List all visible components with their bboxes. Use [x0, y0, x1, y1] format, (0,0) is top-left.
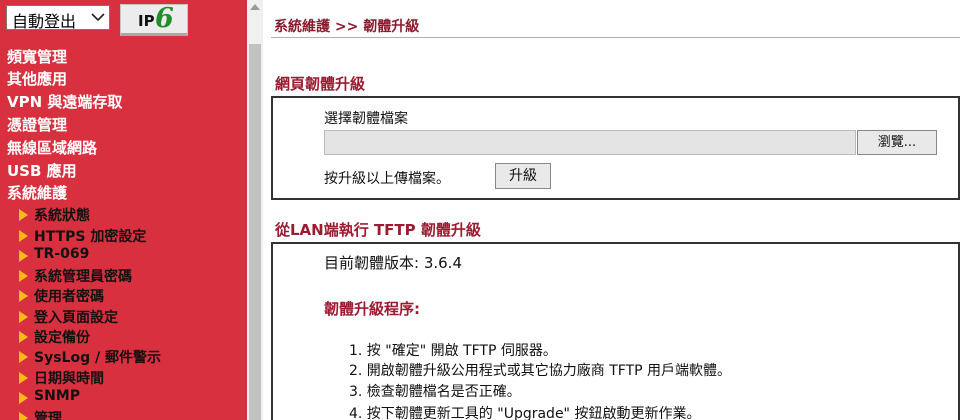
- arrow-right-icon: [19, 311, 28, 323]
- main-content: 系統維護 >> 韌體升級 網頁韌體升級 選擇韌體檔案 瀏覽... 按升級以上傳檔…: [263, 0, 960, 420]
- firmware-file-label: 選擇韌體檔案: [324, 111, 408, 127]
- ipv6-badge[interactable]: IP 6: [120, 3, 188, 36]
- sidebar-item-bandwidth[interactable]: 頻寬管理: [7, 46, 67, 67]
- sidebar-item-usb[interactable]: USB 應用: [7, 160, 77, 181]
- sidebar-header: 自動登出 IP 6: [0, 0, 247, 42]
- current-firmware-version: 目前韌體版本: 3.6.4: [324, 254, 462, 272]
- arrow-right-icon: [19, 372, 28, 384]
- arrow-right-icon: [19, 209, 28, 221]
- sidebar-subitem-label: HTTPS 加密設定: [34, 229, 147, 245]
- arrow-right-icon: [19, 351, 28, 363]
- sidebar-subitem-label: SNMP: [34, 388, 80, 404]
- auto-logout-value: 自動登出: [12, 12, 77, 31]
- sidebar-item-wireless-lan[interactable]: 無線區域網路: [7, 137, 97, 158]
- procedure-step: 3. 檢查韌體檔名是否正確。: [349, 384, 521, 400]
- sidebar-subitem-label: 系統管理員密碼: [34, 269, 132, 285]
- breadcrumb-divider: [271, 37, 960, 38]
- sidebar-scrollbar[interactable]: [247, 0, 263, 420]
- arrow-right-icon: [19, 270, 28, 282]
- scrollbar-thumb[interactable]: [249, 44, 261, 420]
- upgrade-button[interactable]: 升級: [495, 163, 551, 189]
- procedure-title: 韌體升級程序:: [324, 300, 420, 318]
- procedure-step: 1. 按 "確定" 開啟 TFTP 伺服器。: [349, 343, 557, 359]
- arrow-right-icon: [19, 331, 28, 343]
- procedure-step: 2. 開啟韌體升級公用程式或其它協力廠商 TFTP 用戶端軟體。: [349, 363, 732, 379]
- tftp-upgrade-title: 從LAN端執行 TFTP 韌體升級: [275, 221, 481, 239]
- sidebar: 自動登出 IP 6 頻寬管理 其他應用 VPN 與遠端存取 憑證管理 無線區域網…: [0, 0, 247, 420]
- arrow-right-icon: [19, 412, 28, 420]
- sidebar-item-vpn[interactable]: VPN 與遠端存取: [7, 91, 122, 112]
- sidebar-subitem-label: 系統狀態: [34, 208, 90, 224]
- sidebar-subitem-label: 登入頁面設定: [34, 310, 118, 326]
- arrow-right-icon: [19, 250, 28, 262]
- sidebar-subitem-label: 日期與時間: [34, 371, 104, 387]
- sidebar-item-other-apps[interactable]: 其他應用: [7, 68, 67, 89]
- sidebar-subitem-label: 管理: [34, 411, 62, 420]
- ipv6-badge-suffix: 6: [155, 3, 174, 34]
- upload-hint: 按升級以上傳檔案。: [324, 171, 450, 187]
- chevron-down-icon: [91, 13, 105, 22]
- web-upgrade-title: 網頁韌體升級: [275, 75, 366, 93]
- sidebar-subitem-label: SysLog / 郵件警示: [34, 350, 161, 366]
- firmware-file-input[interactable]: [324, 130, 856, 155]
- browse-button[interactable]: 瀏覽...: [857, 130, 937, 155]
- procedure-step: 4. 按下韌體更新工具的 "Upgrade" 按鈕啟動更新作業。: [349, 406, 701, 420]
- auto-logout-select[interactable]: 自動登出: [6, 5, 110, 31]
- sidebar-item-system-maintenance[interactable]: 系統維護: [7, 182, 67, 203]
- sidebar-item-certificates[interactable]: 憑證管理: [7, 114, 67, 135]
- sidebar-subitem-label: 使用者密碼: [34, 289, 104, 305]
- arrow-right-icon: [19, 230, 28, 242]
- scroll-up-icon[interactable]: [250, 4, 260, 10]
- arrow-right-icon: [19, 290, 28, 302]
- arrow-right-icon: [19, 392, 28, 404]
- breadcrumb: 系統維護 >> 韌體升級: [274, 19, 420, 35]
- ipv6-badge-prefix: IP: [138, 12, 155, 30]
- sidebar-subitem-label: TR-069: [34, 246, 90, 262]
- sidebar-subitem-label: 設定備份: [34, 330, 90, 346]
